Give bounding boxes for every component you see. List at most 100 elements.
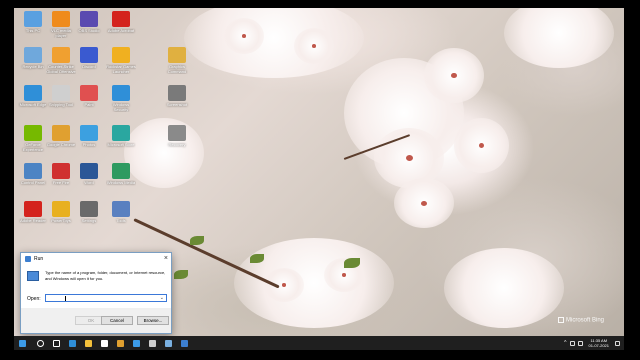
- desktop-icon[interactable]: Rockstar Games Launcher: [106, 46, 136, 84]
- app-icon: [112, 201, 130, 217]
- taskbar-app-1-button[interactable]: [128, 336, 144, 350]
- desktop-icon-label: Rockstar Games Launcher: [106, 64, 136, 74]
- desktop-icon[interactable]: This PC: [18, 10, 48, 48]
- app-icon: [80, 11, 98, 27]
- taskbar-chrome-button[interactable]: [112, 336, 128, 350]
- desktop-icon[interactable]: Word: [74, 162, 104, 200]
- app-icon: [168, 47, 186, 63]
- chevron-up-icon[interactable]: ^: [564, 340, 566, 346]
- cancel-button[interactable]: Cancel: [101, 316, 133, 325]
- edge-icon: [68, 339, 76, 347]
- store-icon: [100, 339, 108, 347]
- app-icon: [52, 163, 70, 179]
- desktop-icon[interactable]: Graphics Command: [162, 46, 192, 84]
- app-1-icon: [132, 339, 140, 347]
- bing-watermark: Microsoft Bing: [557, 317, 604, 324]
- desktop-icon-label: VLC media player: [51, 28, 71, 38]
- search-icon: [36, 339, 44, 347]
- desktop-icon[interactable]: Windows Media: [106, 162, 136, 200]
- desktop-icon[interactable]: Google Chrome: [46, 124, 76, 162]
- desktop-icon[interactable]: PowerToys: [46, 200, 76, 238]
- wallpaper-blossom: [184, 8, 364, 78]
- app-icon: [112, 47, 130, 63]
- run-body: Type the name of a program, folder, docu…: [21, 265, 171, 309]
- desktop-icon-label: PowerToys: [51, 218, 71, 223]
- taskbar-app-3-button[interactable]: [160, 336, 176, 350]
- browse-button[interactable]: Browse...: [137, 316, 169, 325]
- desktop-icon-label: Tools: [116, 218, 126, 223]
- app-icon: [24, 11, 42, 27]
- bing-logo-icon: [557, 317, 564, 324]
- app-icon: [80, 163, 98, 179]
- chevron-down-icon[interactable]: ⌄: [160, 295, 164, 301]
- desktop-icon[interactable]: Counter-Strike Global Offensive: [46, 46, 76, 84]
- desktop-icon-label: Settings: [81, 218, 97, 223]
- volume-icon[interactable]: [577, 340, 583, 346]
- desktop-icon[interactable]: OBS Studio: [74, 10, 104, 48]
- desktop-icon[interactable]: Recovery: [162, 124, 192, 162]
- close-icon[interactable]: ×: [164, 255, 168, 262]
- taskbar-app-2-button[interactable]: [144, 336, 160, 350]
- app-icon: [52, 11, 70, 27]
- desktop-icon[interactable]: Microsoft Store: [106, 124, 136, 162]
- wallpaper-blossom: [424, 48, 484, 103]
- desktop-icon[interactable]: Control Panel: [18, 162, 48, 200]
- desktop-icon[interactable]: Photos: [74, 124, 104, 162]
- desktop-icon[interactable]: Tools: [106, 200, 136, 238]
- desktop-icon[interactable]: Adobe Reader: [18, 200, 48, 238]
- notification-icon[interactable]: [615, 340, 620, 346]
- app-icon: [112, 125, 130, 141]
- wallpaper-blossom: [454, 118, 509, 173]
- desktop-icon[interactable]: Free Fire: [46, 162, 76, 200]
- desktop-icon-label: GeForce Experience: [22, 142, 43, 152]
- app-icon: [80, 201, 98, 217]
- clock[interactable]: 11:35 AM 01-07-2021: [589, 338, 609, 348]
- network-icon[interactable]: [569, 340, 575, 346]
- desktop-icon[interactable]: Screenshot: [162, 84, 192, 122]
- desktop-icon[interactable]: VLC media player: [46, 10, 76, 48]
- taskbar: ^ 11:35 AM 01-07-2021: [14, 336, 624, 350]
- app-icon: [80, 47, 98, 63]
- taskbar-task-view-button[interactable]: [48, 336, 64, 350]
- desktop-icon[interactable]: Settings: [74, 200, 104, 238]
- app-icon: [80, 85, 98, 101]
- run-title: Run: [34, 256, 44, 262]
- desktop-icon-label: Windows Security: [112, 102, 130, 112]
- app-icon: [52, 125, 70, 141]
- desktop-icon[interactable]: Snipping Tool: [46, 84, 76, 122]
- desktop-icon[interactable]: Adobe Acrobat: [106, 10, 136, 48]
- app-icon: [24, 201, 42, 217]
- taskbar-edge-button[interactable]: [64, 336, 80, 350]
- desktop-icon[interactable]: Discord: [74, 46, 104, 84]
- desktop-icon[interactable]: Microsoft Edge: [18, 84, 48, 122]
- open-input[interactable]: ⌄: [45, 294, 167, 302]
- app-icon: [112, 163, 130, 179]
- wallpaper-leaf: [250, 254, 264, 263]
- wallpaper-leaf: [174, 270, 188, 279]
- watermark-text: Microsoft Bing: [565, 318, 604, 324]
- start-icon: [18, 339, 26, 347]
- run-title-bar[interactable]: Run ×: [21, 253, 171, 265]
- desktop-icon[interactable]: GeForce Experience: [18, 124, 48, 162]
- desktop-icon-label: Word: [84, 180, 94, 185]
- app-icon: [168, 125, 186, 141]
- run-program-icon: [27, 271, 39, 281]
- app-icon: [52, 47, 70, 63]
- desktop-icon[interactable]: Windows Security: [106, 84, 136, 122]
- app-icon: [112, 85, 130, 101]
- task-view-icon: [52, 339, 60, 347]
- taskbar-file-explorer-button[interactable]: [80, 336, 96, 350]
- app-icon: [112, 11, 130, 27]
- wallpaper-leaf: [190, 236, 204, 245]
- run-description: Type the name of a program, folder, docu…: [45, 270, 166, 281]
- taskbar-run-button[interactable]: [176, 336, 192, 350]
- taskbar-store-button[interactable]: [96, 336, 112, 350]
- desktop-icon-label: Windows Media: [106, 180, 136, 185]
- desktop-icon[interactable]: Paint: [74, 84, 104, 122]
- app-icon: [52, 201, 70, 217]
- taskbar-start-button[interactable]: [14, 336, 30, 350]
- desktop: This PC Recycle Bin Microsoft Edge GeForce …: [14, 8, 624, 336]
- app-icon: [24, 85, 42, 101]
- desktop-icon[interactable]: Recycle Bin: [18, 46, 48, 84]
- taskbar-search-button[interactable]: [32, 336, 48, 350]
